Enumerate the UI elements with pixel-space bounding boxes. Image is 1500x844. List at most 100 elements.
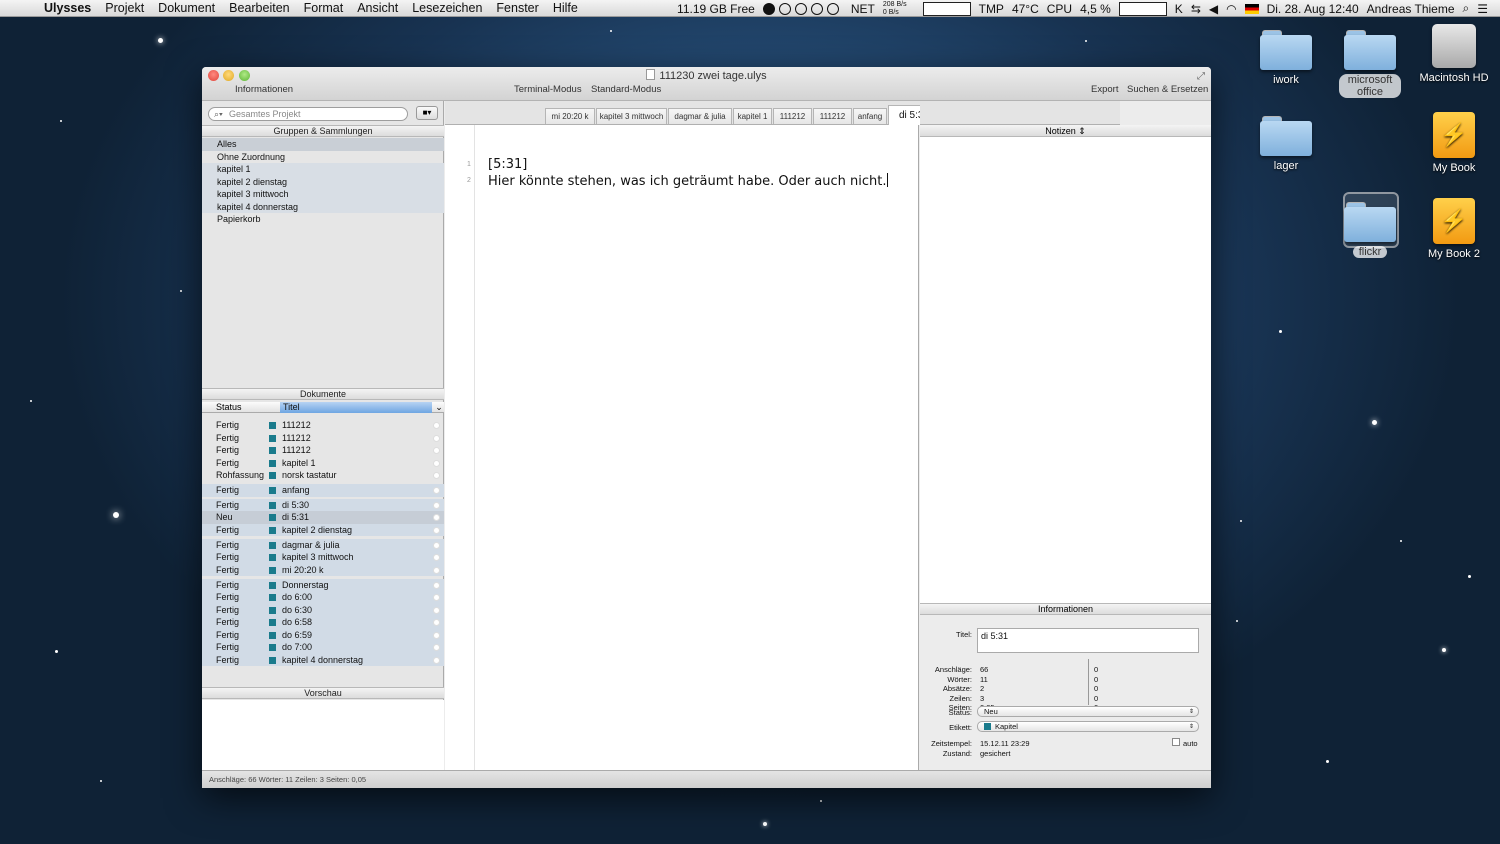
document-check-icon[interactable] bbox=[433, 472, 440, 479]
menu-bearbeiten[interactable]: Bearbeiten bbox=[229, 1, 289, 15]
document-row[interactable]: Fertig do 7:00 bbox=[202, 641, 444, 654]
wifi-icon[interactable]: ◠ bbox=[1226, 2, 1236, 16]
tab-document[interactable]: mi 20:20 k bbox=[545, 108, 595, 124]
group-item[interactable]: kapitel 2 dienstag bbox=[202, 175, 444, 188]
desktop-icon-microsoft-office[interactable]: microsoft office bbox=[1330, 30, 1410, 98]
group-item[interactable]: kapitel 3 mittwoch bbox=[202, 188, 444, 201]
document-row[interactable]: Fertig Donnerstag bbox=[202, 578, 444, 591]
document-row[interactable]: Fertig 111212 bbox=[202, 444, 444, 457]
document-row[interactable]: Fertig kapitel 1 bbox=[202, 457, 444, 470]
document-check-icon[interactable] bbox=[433, 581, 440, 589]
disk-free-readout[interactable]: 11.19 GB Free bbox=[677, 2, 755, 16]
editor[interactable]: 1 2 [5:31] Hier könnte stehen, was ich g… bbox=[445, 125, 919, 770]
spotlight-icon[interactable]: ⌕ bbox=[1463, 1, 1470, 16]
document-check-icon[interactable] bbox=[433, 594, 440, 601]
tmp-label[interactable]: TMP bbox=[979, 2, 1004, 16]
document-check-icon[interactable] bbox=[433, 501, 440, 509]
document-row[interactable]: Fertig do 6:30 bbox=[202, 603, 444, 616]
document-check-icon[interactable] bbox=[433, 434, 440, 442]
menu-hilfe[interactable]: Hilfe bbox=[553, 1, 578, 15]
notes-header[interactable]: Notizen ⇕ bbox=[920, 125, 1211, 137]
status-circles[interactable] bbox=[762, 2, 843, 16]
flag-icon[interactable] bbox=[1244, 3, 1259, 14]
document-check-icon[interactable] bbox=[433, 631, 440, 639]
menu-dokument[interactable]: Dokument bbox=[158, 1, 215, 15]
editor-line[interactable]: [5:31] bbox=[488, 157, 527, 172]
document-check-icon[interactable] bbox=[433, 526, 440, 534]
desktop-icon-lager[interactable]: lager bbox=[1246, 116, 1326, 172]
preview-header[interactable]: Vorschau bbox=[202, 687, 444, 699]
group-item[interactable]: Papierkorb bbox=[202, 213, 444, 226]
tab-document[interactable]: kapitel 1 bbox=[733, 108, 772, 124]
document-check-icon[interactable] bbox=[433, 541, 440, 549]
document-check-icon[interactable] bbox=[433, 606, 440, 614]
tab-document[interactable]: kapitel 3 mittwoch bbox=[596, 108, 667, 124]
document-check-icon[interactable] bbox=[433, 566, 440, 574]
toolbar-terminal-mode[interactable]: Terminal-Modus bbox=[514, 84, 582, 95]
document-check-icon[interactable] bbox=[433, 514, 440, 521]
document-row[interactable]: Fertig kapitel 4 donnerstag bbox=[202, 653, 444, 666]
toolbar-search-replace[interactable]: Suchen & Ersetzen bbox=[1127, 84, 1208, 95]
info-header[interactable]: Informationen bbox=[920, 603, 1211, 615]
title-field[interactable]: di 5:31 bbox=[977, 628, 1199, 653]
user-menu[interactable]: Andreas Thieme bbox=[1367, 2, 1455, 16]
toolbar-export[interactable]: Export bbox=[1091, 84, 1118, 95]
documents-header[interactable]: Dokumente bbox=[202, 388, 444, 400]
group-item[interactable]: kapitel 4 donnerstag bbox=[202, 200, 444, 213]
document-row[interactable]: Fertig do 6:58 bbox=[202, 616, 444, 629]
cpu-readout[interactable]: 4,5 % bbox=[1080, 2, 1111, 16]
cpu-graph[interactable] bbox=[1118, 1, 1167, 16]
status-popup[interactable]: Neu ⇕ bbox=[977, 706, 1199, 717]
groups-header[interactable]: Gruppen & Sammlungen bbox=[202, 125, 444, 137]
tab-document[interactable]: 111212 bbox=[773, 108, 812, 124]
search-field[interactable]: ⌕▾ Gesamtes Projekt bbox=[208, 107, 408, 121]
airplay-icon[interactable]: ⇆ bbox=[1191, 2, 1201, 16]
menu-format[interactable]: Format bbox=[304, 1, 344, 15]
volume-icon[interactable]: ◀ bbox=[1209, 2, 1218, 16]
group-item[interactable]: Ohne Zuordnung bbox=[202, 151, 444, 164]
menu-fenster[interactable]: Fenster bbox=[496, 1, 538, 15]
document-check-icon[interactable] bbox=[433, 487, 440, 494]
action-menu-button[interactable]: ■▾ bbox=[416, 106, 438, 120]
document-row[interactable]: Fertig kapitel 3 mittwoch bbox=[202, 551, 444, 564]
k-icon[interactable]: K bbox=[1175, 2, 1183, 16]
apple-menu-icon[interactable] bbox=[16, 2, 32, 15]
document-row[interactable]: Fertig do 6:00 bbox=[202, 591, 444, 604]
clock[interactable]: Di. 28. Aug 12:40 bbox=[1267, 2, 1359, 16]
document-check-icon[interactable] bbox=[433, 554, 440, 561]
document-row[interactable]: Fertig mi 20:20 k bbox=[202, 563, 444, 576]
group-item[interactable]: Alles bbox=[202, 138, 444, 151]
desktop-icon-macintosh-hd[interactable]: Macintosh HD bbox=[1414, 24, 1494, 84]
document-row[interactable]: Fertig di 5:30 bbox=[202, 498, 444, 511]
auto-checkbox[interactable] bbox=[1172, 738, 1180, 746]
fullscreen-icon[interactable]: ⤢ bbox=[1197, 71, 1205, 82]
document-row[interactable]: Fertig dagmar & julia bbox=[202, 538, 444, 551]
document-row[interactable]: Fertig 111212 bbox=[202, 419, 444, 432]
cpu-label[interactable]: CPU bbox=[1047, 2, 1072, 16]
tab-document[interactable]: dagmar & julia bbox=[668, 108, 732, 124]
document-check-icon[interactable] bbox=[433, 619, 440, 626]
document-row[interactable]: Fertig 111212 bbox=[202, 432, 444, 445]
title-bar[interactable]: 111230 zwei tage.ulys Informationen Term… bbox=[202, 67, 1211, 101]
notification-icon[interactable]: ☰ bbox=[1477, 2, 1488, 16]
temp-readout[interactable]: 47°C bbox=[1012, 2, 1039, 16]
tab-document[interactable]: 111212 bbox=[813, 108, 852, 124]
desktop-icon-my-book[interactable]: ⚡ My Book bbox=[1414, 112, 1494, 174]
desktop-icon-my-book-2[interactable]: ⚡ My Book 2 bbox=[1414, 198, 1494, 260]
column-title[interactable]: Titel bbox=[280, 402, 432, 413]
column-status[interactable]: Status bbox=[216, 402, 242, 413]
net-graph[interactable] bbox=[922, 1, 971, 16]
document-row[interactable]: Fertig kapitel 2 dienstag bbox=[202, 523, 444, 536]
tab-document[interactable]: anfang bbox=[853, 108, 887, 124]
document-check-icon[interactable] bbox=[433, 656, 440, 664]
document-row[interactable]: Fertig do 6:59 bbox=[202, 628, 444, 641]
document-check-icon[interactable] bbox=[433, 459, 440, 467]
document-check-icon[interactable] bbox=[433, 422, 440, 429]
toolbar-informationen[interactable]: Informationen bbox=[235, 84, 293, 95]
net-label[interactable]: NET bbox=[851, 2, 875, 16]
toolbar-standard-mode[interactable]: Standard-Modus bbox=[591, 84, 661, 95]
etikett-popup[interactable]: Kapitel ⇕ bbox=[977, 721, 1199, 732]
document-check-icon[interactable] bbox=[433, 447, 440, 454]
document-row[interactable]: Rohfassung norsk tastatur bbox=[202, 469, 444, 482]
document-row[interactable]: Neu di 5:31 bbox=[202, 511, 444, 524]
